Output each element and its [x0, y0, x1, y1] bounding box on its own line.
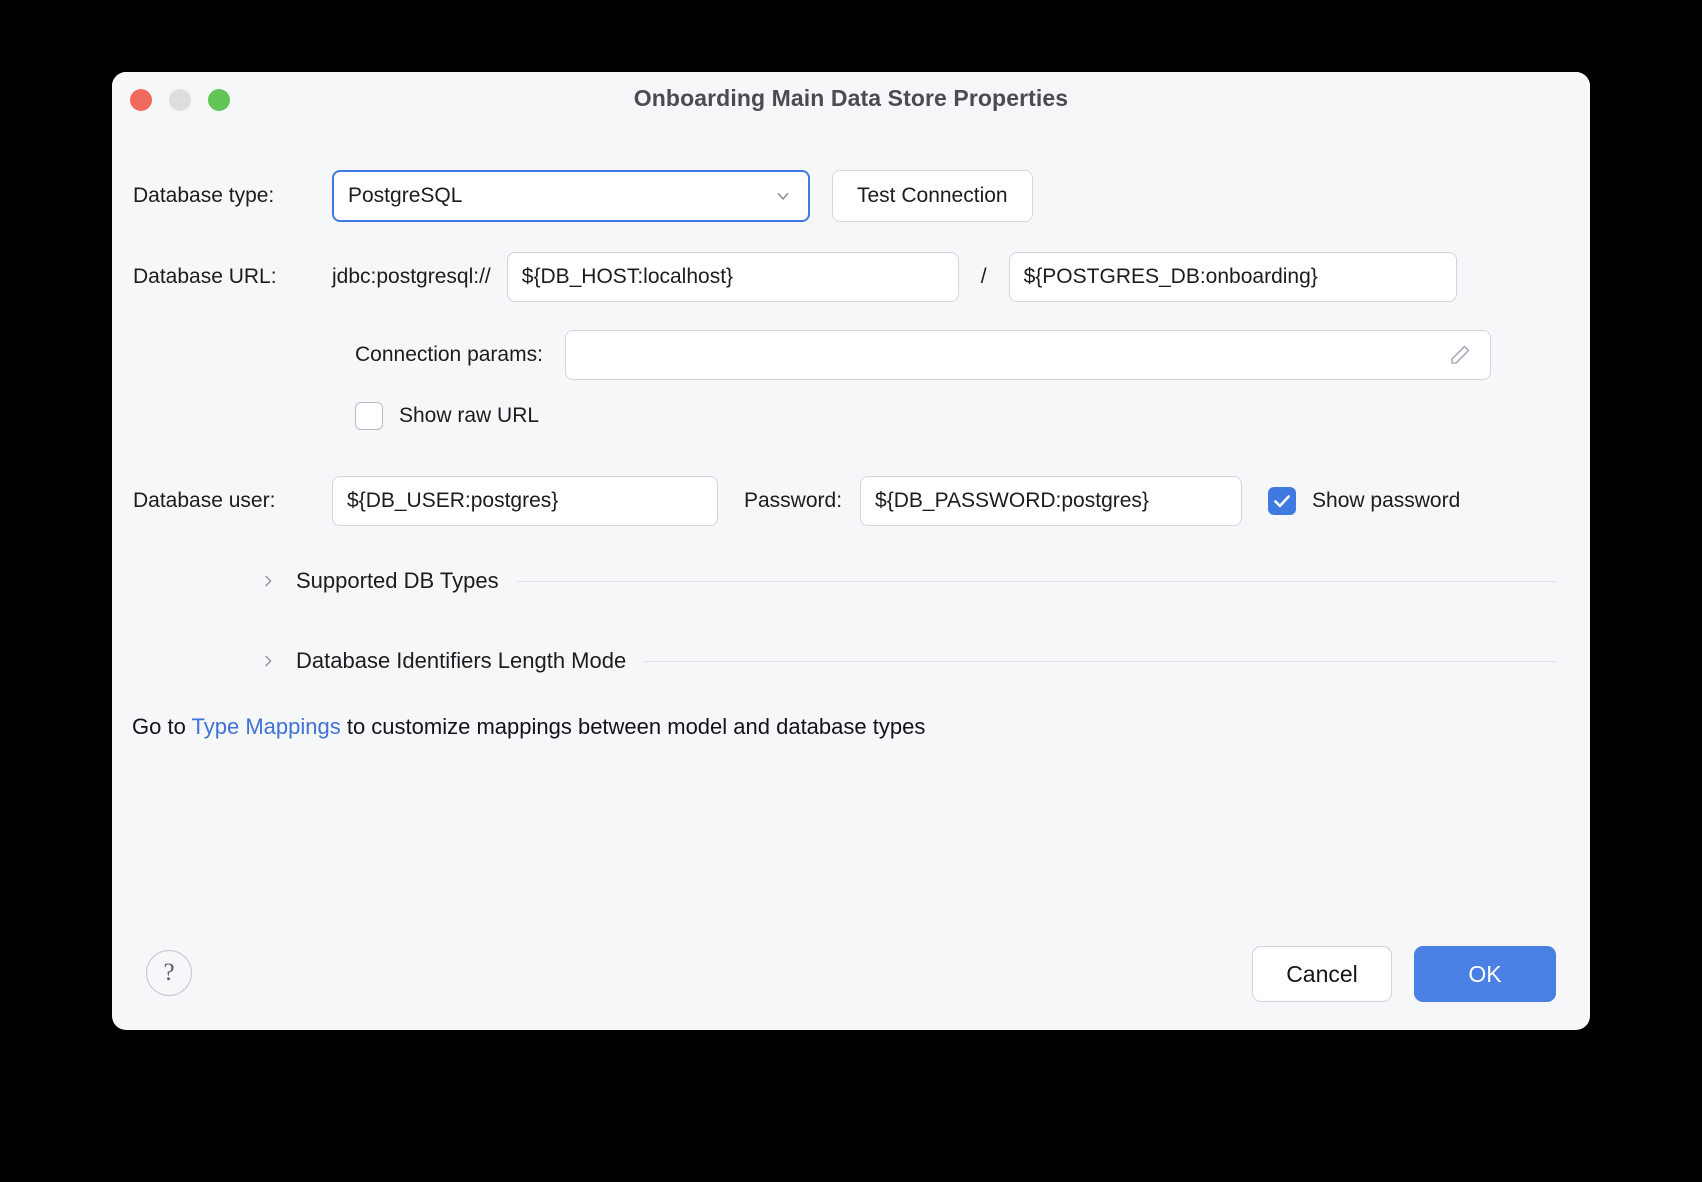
- show-raw-url-checkbox[interactable]: [355, 402, 383, 430]
- connection-params-row: Connection params:: [355, 330, 1556, 380]
- password-label: Password:: [744, 489, 842, 513]
- help-button[interactable]: ?: [146, 950, 192, 996]
- database-type-row: Database type: PostgreSQL Test Connectio…: [133, 170, 1033, 222]
- database-url-label: Database URL:: [133, 265, 332, 289]
- show-raw-url-row[interactable]: Show raw URL: [355, 402, 539, 430]
- connection-params-value-wrap: [580, 331, 1476, 379]
- window-title: Onboarding Main Data Store Properties: [112, 85, 1590, 112]
- connection-params-input[interactable]: [565, 330, 1491, 380]
- show-raw-url-label: Show raw URL: [399, 404, 539, 428]
- chevron-right-icon[interactable]: [260, 572, 276, 590]
- ok-button[interactable]: OK: [1414, 946, 1556, 1002]
- database-url-row: Database URL: jdbc:postgresql:// ${DB_HO…: [133, 252, 1457, 302]
- type-mappings-hint: Go to Type Mappings to customize mapping…: [132, 714, 925, 740]
- database-type-select[interactable]: PostgreSQL: [332, 170, 810, 222]
- database-type-label: Database type:: [133, 184, 332, 208]
- chevron-down-icon: [774, 187, 792, 205]
- connection-params-label: Connection params:: [355, 343, 543, 367]
- pencil-icon[interactable]: [1448, 343, 1472, 367]
- password-value: ${DB_PASSWORD:postgres}: [875, 489, 1149, 513]
- show-password-label: Show password: [1312, 489, 1460, 513]
- section-divider: [517, 581, 1556, 582]
- cancel-button[interactable]: Cancel: [1252, 946, 1392, 1002]
- section-title: Supported DB Types: [296, 568, 499, 594]
- url-path-separator: /: [981, 265, 987, 289]
- type-mappings-link[interactable]: Type Mappings: [192, 714, 341, 739]
- credentials-row: Database user: ${DB_USER:postgres} Passw…: [133, 476, 1460, 526]
- jdbc-scheme-prefix: jdbc:postgresql://: [332, 265, 491, 289]
- title-bar: Onboarding Main Data Store Properties: [112, 72, 1590, 128]
- show-password-checkbox[interactable]: [1268, 487, 1296, 515]
- database-type-value: PostgreSQL: [348, 184, 462, 208]
- database-host-value: ${DB_HOST:localhost}: [522, 265, 733, 289]
- test-connection-button[interactable]: Test Connection: [832, 170, 1033, 222]
- screen: Onboarding Main Data Store Properties Da…: [0, 0, 1702, 1182]
- hint-suffix: to customize mappings between model and …: [341, 714, 926, 739]
- database-name-value: ${POSTGRES_DB:onboarding}: [1024, 265, 1318, 289]
- password-input[interactable]: ${DB_PASSWORD:postgres}: [860, 476, 1242, 526]
- database-host-input[interactable]: ${DB_HOST:localhost}: [507, 252, 959, 302]
- database-user-value: ${DB_USER:postgres}: [347, 489, 558, 513]
- dialog-content: Database type: PostgreSQL Test Connectio…: [112, 128, 1590, 1030]
- section-supported-db-types[interactable]: Supported DB Types: [260, 568, 1556, 594]
- dialog-window: Onboarding Main Data Store Properties Da…: [112, 72, 1590, 1030]
- section-database-identifiers-length-mode[interactable]: Database Identifiers Length Mode: [260, 648, 1556, 674]
- chevron-right-icon[interactable]: [260, 652, 276, 670]
- section-divider: [644, 661, 1556, 662]
- hint-prefix: Go to: [132, 714, 192, 739]
- database-name-input[interactable]: ${POSTGRES_DB:onboarding}: [1009, 252, 1457, 302]
- section-title: Database Identifiers Length Mode: [296, 648, 626, 674]
- footer-button-group: Cancel OK: [1252, 946, 1556, 1002]
- database-user-label: Database user:: [133, 489, 332, 513]
- check-icon: [1272, 491, 1292, 511]
- database-user-input[interactable]: ${DB_USER:postgres}: [332, 476, 718, 526]
